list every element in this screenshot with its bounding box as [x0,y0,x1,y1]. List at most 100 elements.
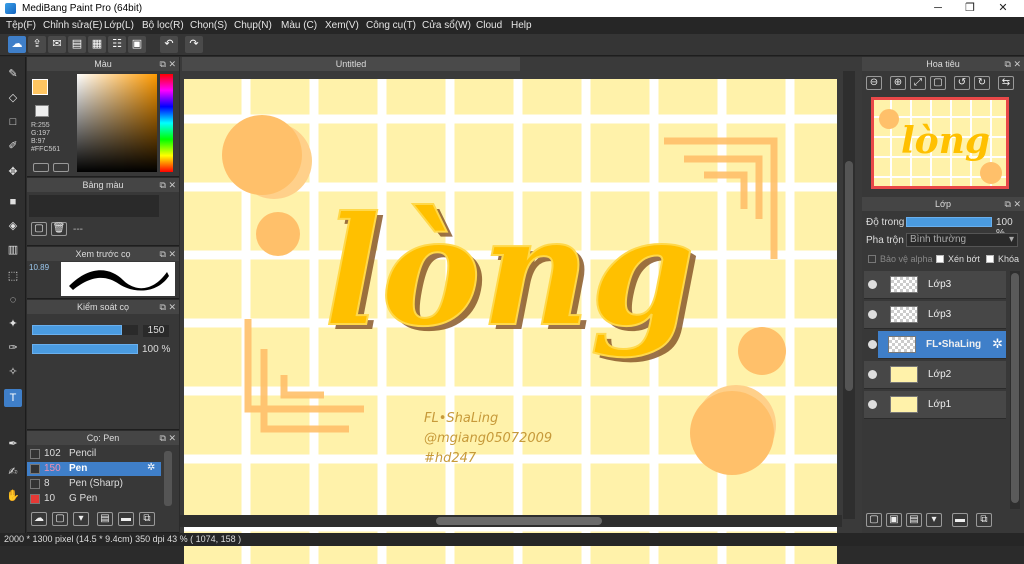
brush-size-slider[interactable] [32,325,122,335]
menu-view[interactable]: Xem(V) [325,20,359,31]
eye-icon[interactable] [868,370,877,379]
brush-size-value[interactable]: 150 [143,325,169,337]
eraser-tool-icon[interactable]: ◇ [4,89,22,107]
brush-item-pencil[interactable]: 102 Pencil [27,447,161,461]
lock-checkbox[interactable] [986,255,994,263]
menu-cloud[interactable]: Cloud [476,20,502,31]
eye-icon[interactable] [868,400,877,409]
gradient-tool-icon[interactable]: ▥ [4,241,22,259]
brush-item-pen[interactable]: 150 Pen ✲ [27,462,161,476]
cloud-brush-icon[interactable]: ☁ [31,512,47,526]
layer-item[interactable]: Lớp3 [864,301,1006,329]
panel-close-icon[interactable]: ⧉ ✕ [160,57,176,71]
horizontal-scrollbar[interactable] [180,515,842,527]
panel-close-icon[interactable]: ⧉ ✕ [160,178,176,192]
chat-icon[interactable]: ▤ [68,36,86,53]
new-palette-icon[interactable]: ▢ [31,222,47,236]
new-brush-icon[interactable]: ▢ [52,512,68,526]
swap-color-button[interactable] [33,163,49,172]
brush-item-g-pen[interactable]: 10 G Pen [27,492,161,506]
saturation-value-picker[interactable] [77,74,157,172]
flip-icon[interactable]: ⇆ [998,76,1014,90]
horizontal-scroll-thumb[interactable] [436,517,602,525]
menu-tools[interactable]: Công cụ(T) [366,20,416,31]
fill-rect-tool-icon[interactable]: ■ [4,193,22,211]
eyedropper-tool-icon[interactable]: ✒ [4,435,22,453]
menu-file[interactable]: Tệp(F) [6,20,36,31]
menu-window[interactable]: Cửa sổ(W) [422,20,471,31]
actual-size-icon[interactable]: ▢ [930,76,946,90]
duplicate-layer-icon[interactable]: ⧉ [976,513,992,527]
bucket-tool-icon[interactable]: ◈ [4,217,22,235]
close-button[interactable]: ✕ [988,0,1018,17]
reset-color-button[interactable] [53,163,69,172]
panel-close-icon[interactable]: ⧉ ✕ [160,431,176,445]
panel-close-icon[interactable]: ⧉ ✕ [160,300,176,314]
menu-edit[interactable]: Chỉnh sửa(E) [43,20,103,31]
pen-tool-icon[interactable]: ✍ [4,463,22,481]
cloud-icon[interactable]: ☁ [8,36,26,53]
layer-item[interactable]: Lớp3 [864,271,1006,299]
menu-capture[interactable]: Chụp(N) [234,20,272,31]
eye-icon[interactable] [868,340,877,349]
zoom-in-icon[interactable]: ⊕ [890,76,906,90]
redo-button[interactable]: ↷ [185,36,203,53]
transparent-swatch[interactable] [35,105,49,117]
add-brush-icon[interactable]: ▾ [73,512,89,526]
layer-opacity-slider-track[interactable] [906,217,992,227]
new-layer-icon[interactable]: ▢ [866,513,882,527]
move-tool-icon[interactable]: ✥ [4,163,22,181]
rotate-left-icon[interactable]: ↺ [954,76,970,90]
layer-item[interactable]: Lớp2 [864,361,1006,389]
fit-icon[interactable]: ⤢ [910,76,926,90]
rotate-right-icon[interactable]: ↻ [974,76,990,90]
magic-wand-tool-icon[interactable]: ✦ [4,315,22,333]
document-icon[interactable]: ▦ [88,36,106,53]
layer-folder-icon[interactable]: ▬ [952,513,968,527]
share-icon[interactable]: ⇪ [28,36,46,53]
panel-close-icon[interactable]: ⧉ ✕ [1005,197,1021,211]
brush-item-pen-sharp[interactable]: 8 Pen (Sharp) [27,477,161,491]
hue-slider[interactable] [160,74,173,172]
menu-color[interactable]: Màu (C) [281,20,317,31]
blend-mode-select[interactable]: Bình thường ▾ [906,233,1018,247]
delete-palette-icon[interactable]: 🗑 [51,222,67,236]
protect-alpha-checkbox[interactable] [868,255,876,263]
panel-close-icon[interactable]: ⧉ ✕ [160,247,176,261]
brush-tool-icon[interactable]: ✎ [4,65,22,83]
shape-tool-icon[interactable]: □ [4,113,22,131]
layer-opacity-slider[interactable] [906,217,992,227]
layer-settings-icon[interactable]: ✲ [992,336,1003,352]
copy-brush-icon[interactable]: ▤ [97,512,113,526]
layer-item[interactable]: Lớp1 [864,391,1006,419]
layer-list-scrollbar[interactable] [1010,271,1020,509]
layer-item-selected[interactable]: FL•ShaLing ✲ [878,331,1006,359]
select-tool-icon[interactable]: ⬚ [4,267,22,285]
undo-button[interactable]: ↶ [160,36,178,53]
add-layer-menu-icon[interactable]: ▾ [926,513,942,527]
minimize-button[interactable]: ─ [923,0,953,17]
dot-tool-icon[interactable]: ✐ [4,137,22,155]
comment-icon[interactable]: ✉ [48,36,66,53]
lasso-tool-icon[interactable]: ◌ [4,291,22,309]
brush-opacity-slider[interactable] [32,344,138,354]
primary-color-swatch[interactable] [32,79,48,95]
vertical-scroll-thumb[interactable] [845,161,853,391]
vertical-scrollbar[interactable] [843,71,855,519]
document-tab[interactable]: Untitled [182,57,520,71]
clipping-checkbox[interactable] [936,255,944,263]
new-layer-1bit-icon[interactable]: ▤ [906,513,922,527]
zoom-out-icon[interactable]: ⊖ [866,76,882,90]
folder-icon[interactable]: ▬ [118,512,134,526]
eye-icon[interactable] [868,280,877,289]
menu-help[interactable]: Help [511,20,532,31]
grid-icon[interactable]: ▣ [128,36,146,53]
text-tool-icon[interactable]: T [4,389,22,407]
brush-list-scrollbar[interactable] [164,451,172,506]
duplicate-icon[interactable]: ⧉ [139,512,155,526]
menu-filter[interactable]: Bộ lọc(R) [142,20,184,31]
hand-tool-icon[interactable]: ✋ [4,487,22,505]
drawing-canvas[interactable]: lòng lòng FL•ShaLing @mgiang05072009 #hd… [184,79,837,564]
brush-size-slider-track[interactable] [32,325,138,335]
brush-opacity-slider-track[interactable] [32,344,138,354]
